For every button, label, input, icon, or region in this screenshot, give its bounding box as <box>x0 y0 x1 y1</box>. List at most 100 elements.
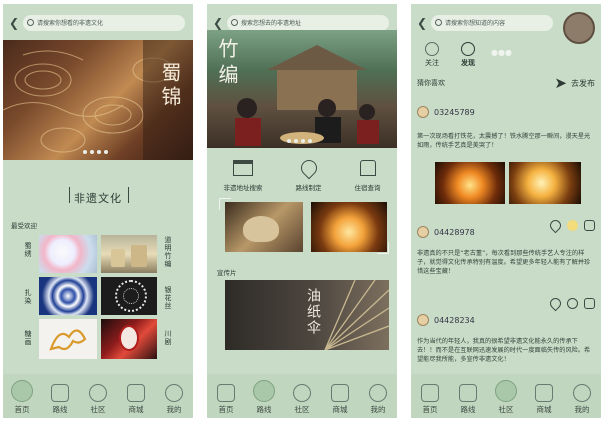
back-arrow-icon[interactable]: ❮ <box>213 16 227 30</box>
recommend-label: 猜你喜欢 <box>417 79 445 87</box>
search-bar: ❮ 请搜索你想知道的内容 <box>417 13 553 32</box>
tab-mine[interactable]: 我的 <box>565 384 599 415</box>
house-icon <box>359 160 376 176</box>
item-zharan[interactable] <box>39 277 97 315</box>
avatar <box>417 226 429 238</box>
subsection-label: 最受欢迎 <box>11 222 37 230</box>
post-1-author[interactable]: 03245789 <box>417 106 475 118</box>
bottom-tab-bar: 首页 路线 社区 商城 我的 <box>411 374 601 418</box>
tab-route[interactable]: 路线 <box>43 384 77 415</box>
route-icon <box>459 384 477 402</box>
tab-home[interactable]: 首页 <box>5 380 39 415</box>
shortcut-route-plan[interactable]: 路线制定 <box>296 156 322 192</box>
hero-banner[interactable]: 竹编 <box>207 30 397 148</box>
frame-corner <box>377 242 389 254</box>
tab-shop[interactable]: 商城 <box>527 384 561 415</box>
home-icon <box>421 384 439 402</box>
shortcut-row: 非遗地址搜索 路线制定 住宿查询 <box>207 156 397 192</box>
subsection-label: 宣传片 <box>217 269 237 277</box>
tab-mine[interactable]: 我的 <box>361 384 395 415</box>
item-shuxiu[interactable] <box>39 235 97 273</box>
post-3-actions <box>547 295 595 312</box>
tab-route[interactable]: 路线 <box>451 384 485 415</box>
search-input[interactable]: 请搜索你想知道的内容 <box>431 14 553 31</box>
publish-button[interactable]: ➤ 去发布 <box>554 74 595 92</box>
sugar-dragon <box>49 329 87 351</box>
route-icon <box>253 380 275 402</box>
tab-shop[interactable]: 商城 <box>323 384 357 415</box>
map-pin-icon <box>297 156 320 180</box>
tab-shop[interactable]: 商城 <box>119 384 153 415</box>
search-icon <box>27 19 34 26</box>
post-1-text: 第一次现场看打铁花，太震撼了！铁水腾空那一瞬间，漫天星光如雨，传统手艺真是美哭了… <box>417 133 591 149</box>
search-icon <box>231 19 238 26</box>
tab-route[interactable]: 路线 <box>247 380 281 415</box>
post-2-text: 非遗真的不只是“老古董”，每次看到那些传统手艺人专注的样子，就觉得文化传承特别有… <box>417 250 591 275</box>
feed-tab-follow[interactable]: 关注 <box>425 42 439 68</box>
post-2-actions <box>547 217 595 234</box>
title-bracket-right <box>126 187 129 203</box>
video-title: 油纸伞 <box>305 288 321 336</box>
search-input[interactable]: 请搜索你想看的非遗文化 <box>23 14 185 31</box>
community-screen: ❮ 请搜索你想知道的内容 关注 发现 ●●● 猜你喜欢 ➤ 去发布 032457… <box>411 4 601 418</box>
section-title: 非遗文化 <box>74 192 122 205</box>
feed-tab-discover[interactable]: 发现 <box>461 42 475 68</box>
back-arrow-icon[interactable]: ❮ <box>9 16 23 30</box>
pavilion-icon <box>233 160 253 176</box>
photo-fire-flowers[interactable] <box>311 202 387 252</box>
shop-icon <box>127 384 145 402</box>
home-screen: ❮ 请搜索你想看的非遗文化 蜀锦 非遗文化 最受欢迎 蜀绣 道明竹编 扎染 银花… <box>3 4 193 418</box>
post-3-text: 作为当代的年轻人，我真的很希望非遗文化能永久的传承下去！！而不是在互联网迅速发展… <box>417 338 591 363</box>
carousel-dots <box>83 150 108 154</box>
star-icon[interactable] <box>567 220 578 231</box>
home-icon <box>217 384 235 402</box>
item-label-tanghua: 糖画 <box>24 330 32 346</box>
item-sichuan-opera[interactable] <box>101 319 157 359</box>
item-daoming-bamboo[interactable] <box>101 235 157 273</box>
paper-plane-icon: ➤ <box>554 74 567 92</box>
post-1-photo-b[interactable] <box>509 162 581 204</box>
mascot-panda-icon <box>563 12 595 44</box>
item-silver-filigree[interactable] <box>101 277 157 315</box>
item-label-shuxiu: 蜀绣 <box>24 242 32 258</box>
profile-icon <box>573 384 591 402</box>
tab-community[interactable]: 社区 <box>81 384 115 415</box>
item-label-daoming: 道明竹编 <box>164 236 172 268</box>
community-icon <box>495 380 517 402</box>
more-icon[interactable]: ●●● <box>491 48 512 57</box>
item-label-opera: 川剧 <box>164 330 172 346</box>
heart-icon[interactable] <box>547 295 564 312</box>
hero-title: 蜀锦 <box>158 62 182 110</box>
tab-home[interactable]: 首页 <box>209 384 243 415</box>
heart-icon[interactable] <box>547 217 564 234</box>
comment-icon[interactable] <box>584 220 595 231</box>
shortcut-heritage-search[interactable]: 非遗地址搜索 <box>224 160 263 192</box>
post-1-photo-a[interactable] <box>435 162 505 204</box>
item-tanghua[interactable] <box>39 319 97 359</box>
item-label-zharan: 扎染 <box>24 289 32 305</box>
hero-banner[interactable]: 蜀锦 <box>3 40 193 160</box>
tab-mine[interactable]: 我的 <box>157 384 191 415</box>
post-2-author[interactable]: 04428978 <box>417 226 475 238</box>
back-arrow-icon[interactable]: ❮ <box>417 16 431 30</box>
search-bar: ❮ 请搜索你想看的非遗文化 <box>9 13 185 32</box>
home-icon <box>11 380 33 402</box>
search-icon <box>435 19 442 26</box>
tab-home[interactable]: 首页 <box>413 384 447 415</box>
search-input[interactable]: 搜索您想去的非遗地址 <box>227 14 389 31</box>
profile-icon <box>165 384 183 402</box>
shortcut-lodging[interactable]: 住宿查询 <box>355 160 381 192</box>
tab-community[interactable]: 社区 <box>285 384 319 415</box>
photo-pottery[interactable] <box>225 202 303 252</box>
community-icon <box>89 384 107 402</box>
smile-icon <box>425 42 439 56</box>
shop-icon <box>331 384 349 402</box>
post-3-author[interactable]: 04428234 <box>417 314 475 326</box>
tab-community[interactable]: 社区 <box>489 380 523 415</box>
shop-icon <box>535 384 553 402</box>
promo-video[interactable]: 油纸伞 <box>225 280 389 350</box>
item-label-silver: 银花丝 <box>164 286 172 310</box>
route-screen: ❮ 搜索您想去的非遗地址 竹编 非遗地址搜索 路线制定 住宿查询 宣传片 油纸伞… <box>207 4 397 418</box>
star-icon[interactable] <box>567 298 578 309</box>
comment-icon[interactable] <box>584 298 595 309</box>
